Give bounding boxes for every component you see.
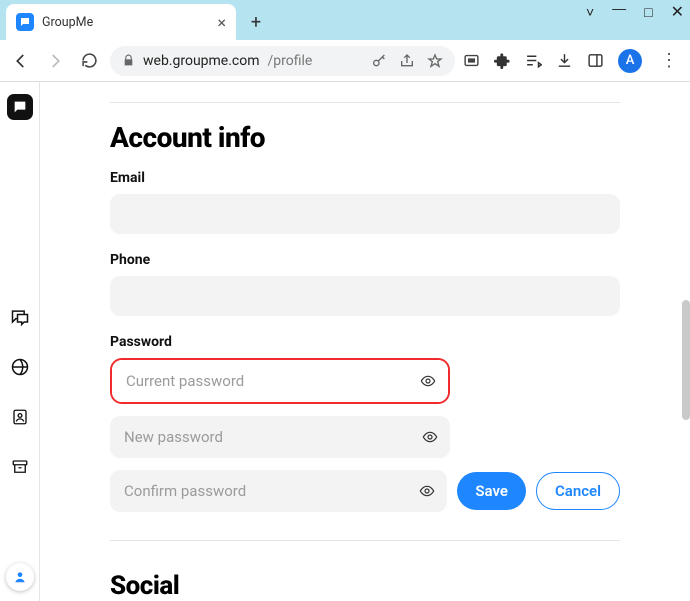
extensions-puzzle-icon[interactable] [494,52,511,69]
download-icon[interactable] [556,52,573,69]
email-label: Email [110,170,620,186]
extension-icon-1[interactable] [463,52,480,69]
new-tab-button[interactable]: + [242,8,270,36]
cancel-button[interactable]: Cancel [536,472,620,510]
back-button[interactable] [8,48,34,74]
groupme-favicon [16,13,34,31]
section-divider [110,102,620,103]
forward-button[interactable] [42,48,68,74]
chats-icon[interactable] [9,306,31,328]
share-icon[interactable] [399,53,415,69]
close-tab-icon[interactable]: × [217,13,226,32]
url-bar[interactable]: web.groupme.com/profile [110,46,455,76]
window-maximize-icon[interactable]: □ [644,4,652,20]
save-button[interactable]: Save [457,472,526,510]
discover-icon[interactable] [9,356,31,378]
url-path: /profile [268,53,313,69]
email-field[interactable] [110,194,620,234]
url-domain: web.groupme.com [143,53,260,69]
eye-icon[interactable] [422,429,438,445]
app-sidebar [0,82,40,601]
current-password-input[interactable] [112,360,448,402]
social-heading: Social [110,571,620,601]
phone-label: Phone [110,252,620,268]
current-password-wrap [110,358,450,404]
new-password-wrap [110,416,450,458]
scrollbar-thumb[interactable] [682,300,690,420]
main-content: Account info Email Phone Password [40,82,690,601]
password-label: Password [110,334,620,350]
reload-button[interactable] [76,48,102,74]
user-menu-button[interactable] [6,563,34,591]
window-titlebar: GroupMe × + ˅ — □ ✕ [0,0,690,40]
new-password-input[interactable] [110,416,450,458]
playlist-icon[interactable] [525,52,542,69]
confirm-password-input[interactable] [110,470,447,512]
window-close-icon[interactable]: ✕ [671,2,684,22]
browser-toolbar: web.groupme.com/profile A ⋮ [0,40,690,82]
star-icon[interactable] [427,53,443,69]
phone-field[interactable] [110,276,620,316]
window-minimize-icon[interactable]: — [612,0,626,16]
eye-icon[interactable] [420,373,436,389]
page-title: Account info [110,121,620,154]
key-icon[interactable] [371,53,387,69]
tab-title: GroupMe [42,15,93,30]
groupme-logo[interactable] [7,94,33,120]
contacts-icon[interactable] [9,406,31,428]
panel-icon[interactable] [587,52,604,69]
browser-tab[interactable]: GroupMe × [6,4,236,40]
browser-menu-icon[interactable]: ⋮ [656,50,682,71]
eye-icon[interactable] [419,483,435,499]
lock-icon [122,54,135,67]
confirm-password-wrap [110,470,447,512]
window-dropdown-icon[interactable]: ˅ [586,4,594,20]
section-divider [110,540,620,541]
archive-icon[interactable] [9,456,31,478]
profile-avatar[interactable]: A [618,49,642,73]
